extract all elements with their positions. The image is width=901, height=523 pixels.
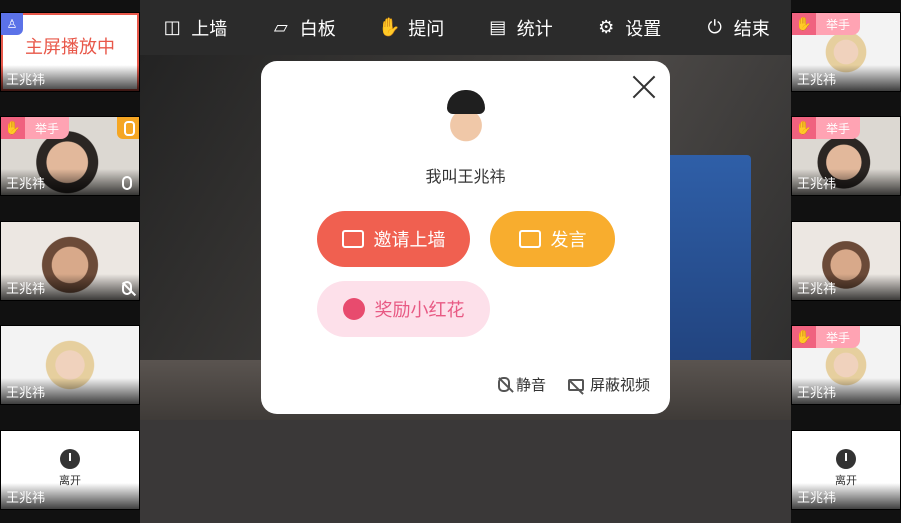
participant-name: 王兆祎 bbox=[6, 491, 46, 506]
toolbar-question-label: 提问 bbox=[408, 18, 445, 40]
invite-to-wall-button[interactable]: 邀请上墙 bbox=[317, 211, 470, 267]
participant-tile[interactable]: 王兆祎 bbox=[0, 325, 140, 405]
hand-raise-badge: ✋ 举手 bbox=[792, 117, 861, 139]
toolbar-whiteboard-label: 白板 bbox=[299, 18, 336, 40]
chat-bubble-icon bbox=[518, 230, 541, 248]
avatar bbox=[431, 82, 501, 152]
toolbar-end-label: 结束 bbox=[733, 18, 770, 40]
main-screen-label: 主屏播放中 bbox=[25, 37, 115, 58]
participant-tile[interactable]: ✋ 举手 王兆祎 bbox=[791, 116, 901, 196]
gear-icon: ⚙ bbox=[598, 17, 615, 38]
participant-tile[interactable]: ✋ 举手 王兆祎 bbox=[791, 12, 901, 92]
participant-name: 王兆祎 bbox=[797, 177, 837, 192]
mute-button[interactable]: 静音 bbox=[497, 374, 546, 395]
participant-name: 王兆祎 bbox=[6, 73, 46, 88]
hand-raise-label: 举手 bbox=[35, 121, 60, 136]
participant-name: 王兆祎 bbox=[797, 73, 837, 88]
close-icon[interactable] bbox=[630, 73, 658, 101]
top-toolbar: ◫ 上墙 ▱ 白板 ✋ 提问 ▤ 统计 ⚙ 设置 ⏻ 结束 bbox=[140, 0, 791, 55]
toolbar-whiteboard-button[interactable]: ▱ 白板 bbox=[270, 15, 336, 41]
wall-display-icon: ◫ bbox=[163, 17, 181, 38]
hand-icon: ✋ bbox=[1, 117, 25, 139]
participant-name: 王兆祎 bbox=[797, 491, 837, 506]
mic-icon bbox=[122, 176, 132, 190]
hand-icon: ✋ bbox=[792, 13, 816, 35]
clock-icon bbox=[60, 449, 80, 469]
whiteboard-book-icon: ▱ bbox=[273, 17, 288, 38]
hand-icon: ✋ bbox=[792, 117, 816, 139]
invite-label: 邀请上墙 bbox=[373, 230, 446, 251]
toolbar-stats-label: 统计 bbox=[516, 18, 553, 40]
participant-username: 我叫王兆祎 bbox=[425, 167, 506, 186]
participant-tile-main[interactable]: 主屏播放中 ♙ 王兆祎 bbox=[0, 12, 140, 92]
power-icon: ⏻ bbox=[707, 17, 722, 38]
clock-icon bbox=[836, 449, 856, 469]
background-object bbox=[661, 155, 751, 395]
hand-raise-badge: ✋ 举手 bbox=[1, 117, 70, 139]
hand-raise-label: 举手 bbox=[826, 17, 851, 32]
wall-display-icon bbox=[341, 230, 364, 248]
hand-raise-icon: ✋ bbox=[378, 17, 401, 38]
participant-name: 王兆祎 bbox=[797, 386, 837, 401]
hand-raise-badge: ✋ 举手 bbox=[792, 13, 861, 35]
right-participant-column: ✋ 举手 王兆祎 ✋ 举手 王兆祎 王兆祎 ✋ 举手 王兆祎 离开 王兆祎 bbox=[791, 0, 901, 523]
flower-icon bbox=[342, 298, 365, 320]
participant-tile[interactable]: 离开 王兆祎 bbox=[791, 430, 901, 510]
mic-active-icon bbox=[117, 117, 139, 139]
hand-raise-label: 举手 bbox=[826, 121, 851, 136]
host-icon: ♙ bbox=[1, 13, 23, 35]
participant-name: 王兆祎 bbox=[6, 386, 46, 401]
block-video-button[interactable]: 屏蔽视频 bbox=[567, 374, 650, 395]
mic-muted-icon bbox=[497, 377, 510, 392]
mic-muted-icon bbox=[122, 281, 132, 295]
toolbar-settings-button[interactable]: ⚙ 设置 bbox=[595, 15, 661, 41]
reward-flower-button[interactable]: 奖励小红花 bbox=[317, 281, 490, 337]
reward-label: 奖励小红花 bbox=[374, 300, 465, 321]
block-video-label: 屏蔽视频 bbox=[589, 376, 650, 394]
toolbar-wall-label: 上墙 bbox=[191, 18, 228, 40]
bar-chart-icon: ▤ bbox=[489, 17, 507, 38]
hand-raise-badge: ✋ 举手 bbox=[792, 326, 861, 348]
participant-tile[interactable]: 王兆祎 bbox=[0, 221, 140, 301]
toolbar-stats-button[interactable]: ▤ 统计 bbox=[487, 15, 553, 41]
participant-tile[interactable]: ✋ 举手 王兆祎 bbox=[791, 325, 901, 405]
participant-name: 王兆祎 bbox=[797, 282, 837, 297]
camera-off-icon bbox=[567, 378, 584, 391]
participant-action-dialog: 我叫王兆祎 邀请上墙 发言 奖励小红花 静音 屏蔽视频 bbox=[261, 61, 670, 414]
speak-label: 发言 bbox=[550, 230, 587, 251]
participant-name: 王兆祎 bbox=[6, 177, 46, 192]
speak-button[interactable]: 发言 bbox=[490, 211, 615, 267]
dialog-secondary-actions: 静音 屏蔽视频 bbox=[497, 374, 650, 395]
main-stage-area: ◫ 上墙 ▱ 白板 ✋ 提问 ▤ 统计 ⚙ 设置 ⏻ 结束 我叫王兆祎 邀请上墙… bbox=[140, 0, 791, 523]
left-participant-column: 主屏播放中 ♙ 王兆祎 ✋ 举手 王兆祎 王兆祎 王兆祎 离开 王兆祎 bbox=[0, 0, 140, 523]
toolbar-settings-label: 设置 bbox=[625, 18, 662, 40]
toolbar-question-button[interactable]: ✋ 提问 bbox=[378, 15, 444, 41]
classroom-screen: 主屏播放中 ♙ 王兆祎 ✋ 举手 王兆祎 王兆祎 王兆祎 离开 王兆祎 ◫ 上墙… bbox=[0, 0, 901, 523]
toolbar-end-button[interactable]: ⏻ 结束 bbox=[704, 15, 770, 41]
hand-icon: ✋ bbox=[792, 326, 816, 348]
hand-raise-label: 举手 bbox=[826, 330, 851, 345]
participant-tile[interactable]: 王兆祎 bbox=[791, 221, 901, 301]
toolbar-wall-button[interactable]: ◫ 上墙 bbox=[161, 15, 228, 41]
participant-tile[interactable]: 离开 王兆祎 bbox=[0, 430, 140, 510]
participant-tile[interactable]: ✋ 举手 王兆祎 bbox=[0, 116, 140, 196]
mute-label: 静音 bbox=[515, 376, 546, 394]
participant-name: 王兆祎 bbox=[6, 282, 46, 297]
